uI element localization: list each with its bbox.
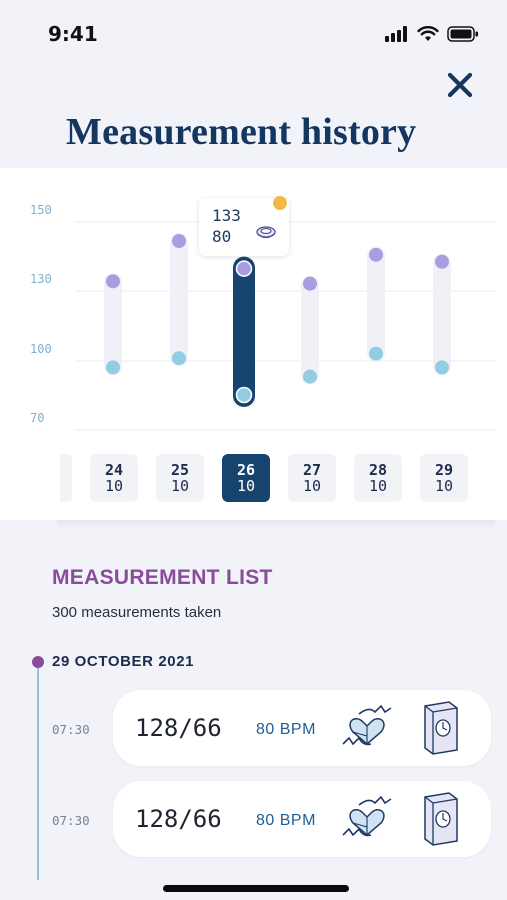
- date-day: 27: [302, 461, 322, 479]
- heart-rate-value: 80 BPM: [256, 721, 316, 738]
- close-button[interactable]: [443, 68, 477, 102]
- range-bar: [104, 273, 122, 376]
- blood-pressure-value: 128/66: [135, 714, 222, 742]
- date-chip[interactable]: 24 10: [90, 454, 138, 502]
- date-month: 10: [302, 477, 322, 495]
- date-day: 25: [170, 461, 190, 479]
- clock-icon: [424, 701, 458, 755]
- diastolic-point: [369, 346, 383, 361]
- date-strip: 24 10 25 10 26 10 27 10 28 10 29 10: [0, 454, 507, 504]
- heart-pulse-icon: [342, 704, 392, 746]
- heart-pulse-icon: [342, 795, 392, 837]
- measurement-time: 07:30: [52, 722, 90, 737]
- date-chip-selected[interactable]: 26 10: [222, 454, 270, 502]
- range-bar: [367, 246, 385, 362]
- date-chip[interactable]: 29 10: [420, 454, 468, 502]
- wifi-icon: [417, 26, 439, 41]
- chart-tooltip: 133 80: [199, 196, 289, 256]
- diastolic-point: [106, 360, 120, 375]
- status-time: 9:41: [48, 22, 98, 46]
- page-title: Measurement history: [66, 111, 417, 153]
- list-date-header: 29 OCTOBER 2021: [52, 653, 195, 670]
- date-month: 10: [368, 477, 388, 495]
- range-bar: [170, 233, 188, 367]
- chart-card: 150 130 100 70 133 80 24 10 25 10 26 10 27 10 2…: [0, 168, 507, 520]
- y-tick-label: 150: [30, 203, 52, 217]
- blood-pressure-value: 128/66: [135, 805, 222, 833]
- date-chip[interactable]: 25 10: [156, 454, 204, 502]
- diastolic-point: [235, 386, 253, 404]
- home-indicator: [163, 885, 349, 892]
- tooltip-diastolic: 80: [212, 227, 232, 246]
- diastolic-point: [435, 360, 449, 375]
- heart-rate-value: 80 BPM: [256, 812, 316, 829]
- systolic-point: [172, 234, 186, 249]
- date-month: 10: [170, 477, 190, 495]
- date-day: 28: [368, 461, 388, 479]
- diastolic-point: [303, 369, 317, 384]
- date-month: 10: [434, 477, 454, 495]
- measurement-time: 07:30: [52, 813, 90, 828]
- y-tick-label: 100: [30, 342, 52, 356]
- close-icon: [447, 72, 473, 98]
- range-bar-selected: [233, 256, 255, 407]
- systolic-point: [435, 254, 449, 269]
- diastolic-point: [172, 351, 186, 366]
- signal-icon: [385, 26, 407, 42]
- battery-icon: [447, 26, 478, 42]
- measurement-count: 300 measurements taken: [52, 604, 222, 621]
- tooltip-systolic: 133: [212, 206, 241, 225]
- y-tick-label: 70: [30, 411, 44, 425]
- systolic-point: [303, 276, 317, 291]
- systolic-point: [235, 260, 253, 277]
- systolic-point: [106, 274, 120, 289]
- systolic-point: [369, 247, 383, 262]
- measurement-card[interactable]: 128/66 80 BPM: [113, 690, 491, 766]
- date-chip[interactable]: 28 10: [354, 454, 402, 502]
- date-chip-partial[interactable]: [60, 454, 72, 502]
- date-day: 29: [434, 461, 454, 479]
- date-day: 26: [236, 461, 256, 479]
- date-month: 10: [236, 477, 256, 495]
- section-title: MEASUREMENT LIST: [52, 566, 273, 589]
- date-day: 24: [104, 461, 124, 479]
- timeline-line: [37, 664, 39, 880]
- timeline-dot: [32, 656, 44, 668]
- range-bar: [433, 253, 451, 376]
- range-bar: [301, 275, 319, 385]
- measurement-card[interactable]: 128/66 80 BPM: [113, 781, 491, 857]
- cuff-icon: [256, 226, 276, 239]
- date-month: 10: [104, 477, 124, 495]
- date-chip[interactable]: 27 10: [288, 454, 336, 502]
- clock-icon: [424, 792, 458, 846]
- y-tick-label: 130: [30, 272, 52, 286]
- status-bar: 9:41: [0, 0, 507, 60]
- status-icons: [385, 24, 479, 44]
- highlight-dot: [273, 196, 287, 210]
